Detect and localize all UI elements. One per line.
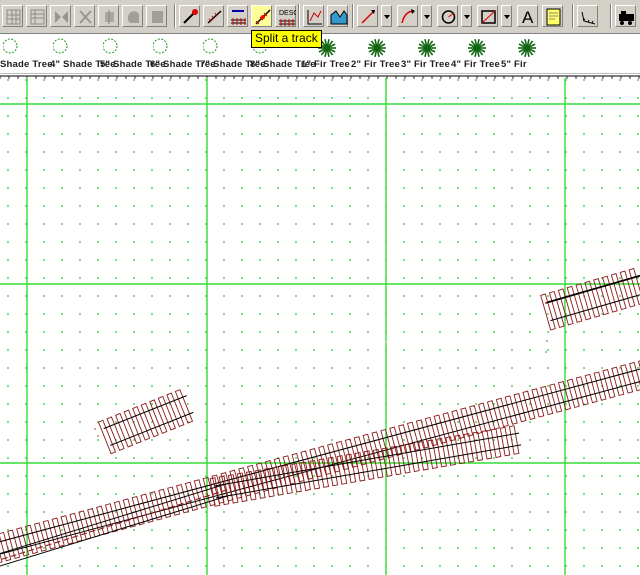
minor-grid [7,79,639,567]
fir-tree-icon [468,39,486,57]
modify-track-button[interactable] [179,5,200,27]
layer-grid-alt-button[interactable] [26,5,47,27]
track-ties [2,489,228,560]
track-short-left [97,389,194,455]
curve-line-dropdown[interactable] [421,5,432,27]
modify-track-icon [183,9,198,24]
palette-item[interactable]: 4" Shade Tree [35,34,116,73]
extend-track-icon [207,10,222,24]
ruler-button[interactable] [577,5,598,27]
straight-line-icon [361,10,375,24]
connect-track-button[interactable] [227,5,248,27]
palette-item-label: 5" Fir [501,59,527,70]
solid-button[interactable] [146,5,167,27]
palette-item[interactable]: Shade Tree [0,34,53,73]
circle-icon [441,10,456,24]
shade-tree-icon [53,38,68,54]
box-dropdown[interactable] [501,5,512,27]
curve-line-icon [401,9,415,24]
layer-grid-alt-icon [30,9,45,25]
fir-tree-icon [518,39,536,57]
toolbar-separator [572,4,574,28]
text-icon-glyph: A [522,8,534,27]
tooltip: Split a track [251,30,322,48]
shade-tree-icon [203,38,218,54]
note-icon [546,8,561,26]
elevation-track-button[interactable]: DESC [275,5,296,27]
box-button[interactable] [477,5,498,27]
palette-item[interactable]: 6" Shade Tree [135,34,216,73]
track-main [0,360,640,563]
box-icon [481,10,496,24]
toolbar-separator [174,4,176,28]
rotate-icon [79,10,92,24]
straight-line-button[interactable] [357,5,378,27]
toolbar-separator [352,4,354,28]
rotate-button[interactable] [74,5,95,27]
mirror-button[interactable] [50,5,71,27]
extend-track-button[interactable] [203,5,224,27]
toolbar: DESC A [0,0,640,34]
note-button[interactable] [542,5,563,27]
connect-track-icon [231,10,246,25]
canvas-speck [205,403,207,405]
tunnel-button[interactable] [327,5,348,27]
solid-icon [152,11,163,23]
layout-canvas[interactable] [0,74,640,575]
canvas-speck [546,340,548,342]
shade-tree-icon [103,38,118,54]
track-rail [0,494,232,567]
layer-grid-icon [6,9,21,25]
shape-button[interactable] [122,5,143,27]
track-ties [0,360,640,563]
toolbar-separator [298,4,300,28]
text-button[interactable]: A [517,5,538,27]
train-button[interactable] [615,5,636,27]
fir-tree-icon [368,39,386,57]
track-rail [103,395,187,430]
shade-tree-icon [153,38,168,54]
canvas-speck [97,435,99,437]
circle-button[interactable] [437,5,458,27]
align-icon [105,10,114,24]
palette-item[interactable]: 7" Shade Tree [185,34,266,73]
palette-item[interactable]: 3" Fir Tree [385,34,450,73]
circle-dropdown[interactable] [461,5,472,27]
ruler-icon [581,11,596,25]
canvas-speck [385,341,387,343]
canvas-speck [545,351,547,353]
split-track-icon [255,9,271,25]
mirror-icon [55,11,68,23]
toolbar-separator [610,4,612,28]
text-icon: A [522,8,534,27]
tunnel-icon [330,10,348,25]
profile-track-button[interactable] [303,5,324,27]
palette-item[interactable]: 5" Shade Tree [85,34,166,73]
align-button[interactable] [98,5,119,27]
straight-line-dropdown[interactable] [381,5,392,27]
palette-item[interactable]: 5" Fir [485,34,536,73]
canvas-speck [94,428,96,430]
split-track-button[interactable] [251,5,272,27]
elevation-track-icon: DESC [279,10,296,26]
track-rail [0,368,640,543]
fir-tree-icon [418,39,436,57]
shape-icon [127,11,139,23]
profile-track-icon [307,10,322,25]
palette-item[interactable]: 2" Fir Tree [335,34,400,73]
layer-grid-button[interactable] [2,5,23,27]
svg-text:DESC: DESC [279,10,296,17]
shade-tree-icon [3,38,18,54]
curve-line-button[interactable] [397,5,418,27]
palette-item[interactable]: 4" Fir Tree [435,34,500,73]
train-icon [619,11,634,25]
